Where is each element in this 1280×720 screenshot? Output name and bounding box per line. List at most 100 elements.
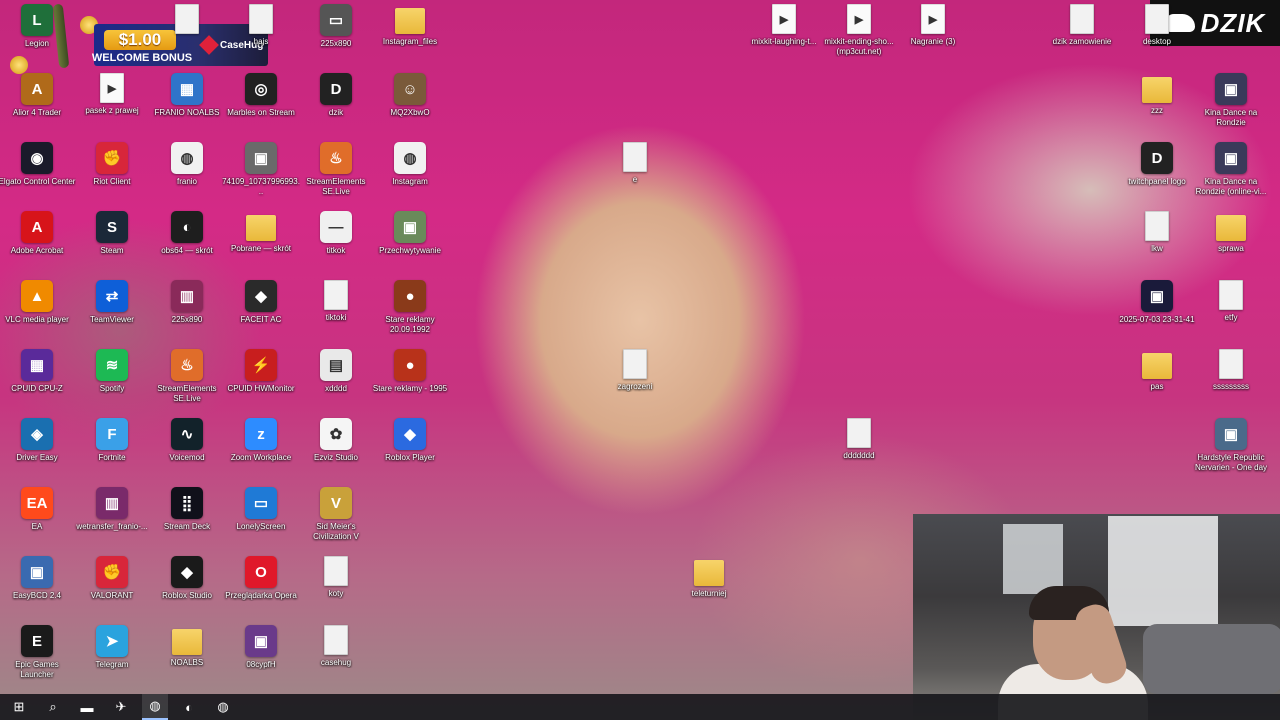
- desktop-icon[interactable]: ◆ Roblox Player: [373, 418, 447, 484]
- desktop-icon[interactable]: ▭ 225x890: [299, 4, 373, 70]
- desktop-icon[interactable]: ◈ Driver Easy: [0, 418, 74, 484]
- desktop-icon[interactable]: ∿ Voicemod: [150, 418, 224, 484]
- desktop-icon[interactable]: ⇄ TeamViewer: [75, 280, 149, 346]
- app-3-button[interactable]: ◍: [210, 694, 236, 720]
- desktop-icon[interactable]: ▶ mixkit-ending-sho... (mp3cut.net): [822, 4, 896, 70]
- desktop-icon[interactable]: ♨ StreamElements SE.Live: [150, 349, 224, 415]
- desktop-icon[interactable]: ◆ FACEIT AC: [224, 280, 298, 346]
- desktop-icon[interactable]: pas: [1120, 349, 1194, 415]
- desktop-icon[interactable]: ▥ wetransfer_franio-...: [75, 487, 149, 553]
- desktop-icon[interactable]: ▲ VLC media player: [0, 280, 74, 346]
- app-icon: —: [320, 211, 352, 243]
- desktop-icon[interactable]: ▶ Nagranie (3): [896, 4, 970, 70]
- desktop-icon[interactable]: ▭ LonelyScreen: [224, 487, 298, 553]
- folder-icon: [395, 8, 425, 34]
- desktop-icon[interactable]: ▣ Kina Dance na Rondzie: [1194, 73, 1268, 139]
- desktop-icon[interactable]: ⚡ CPUID HWMonitor: [224, 349, 298, 415]
- desktop-icon[interactable]: F Fortnite: [75, 418, 149, 484]
- desktop-icon[interactable]: e: [598, 142, 672, 208]
- desktop-icon[interactable]: ▣ Kina Dance na Rondzie (online-vi...: [1194, 142, 1268, 208]
- desktop-icon[interactable]: ▣ 08cypfH: [224, 625, 298, 691]
- webcam-overlay: [913, 514, 1280, 720]
- desktop-icon[interactable]: ◍ franio: [150, 142, 224, 208]
- app-1-button[interactable]: ✈: [108, 694, 134, 720]
- desktop-icon[interactable]: ✊ Riot Client: [75, 142, 149, 208]
- desktop-icon[interactable]: ◐ obs64 — skrót: [150, 211, 224, 277]
- desktop-icon[interactable]: Ddzik: [299, 73, 373, 139]
- desktop-icon-label: EasyBCD 2.4: [12, 591, 62, 600]
- desktop-icon[interactable]: tiktoki: [299, 280, 373, 346]
- desktop-icon[interactable]: dzik zamowienie: [1045, 4, 1119, 70]
- desktop-icon[interactable]: A Alior 4 Trader: [0, 73, 74, 139]
- desktop-icon[interactable]: ◎ Marbles on Stream: [224, 73, 298, 139]
- app-icon: z: [245, 418, 277, 450]
- desktop-icon[interactable]: ▣ EasyBCD 2.4: [0, 556, 74, 622]
- desktop-icon[interactable]: EA EA: [0, 487, 74, 553]
- desktop-icon[interactable]: Pobrane — skrót: [224, 211, 298, 277]
- desktop-icon[interactable]: [150, 4, 224, 70]
- app-icon: ▣: [245, 625, 277, 657]
- desktop-icon[interactable]: ▶ pasek z prawej: [75, 73, 149, 139]
- desktop-icon[interactable]: ▣ 74109_10737996993...: [222, 142, 300, 208]
- desktop-icon[interactable]: ▥ 225x890: [150, 280, 224, 346]
- desktop-icon[interactable]: — titkok: [299, 211, 373, 277]
- desktop-icon[interactable]: zagrozeni: [598, 349, 672, 415]
- desktop-icon[interactable]: z Zoom Workplace: [224, 418, 298, 484]
- desktop-icon[interactable]: ▤ xdddd: [299, 349, 373, 415]
- desktop-icon[interactable]: ▣ 2025-07-03 23-31-41: [1119, 280, 1195, 346]
- desktop-icon-label: Stream Deck: [163, 522, 211, 531]
- app-icon: ▣: [1141, 280, 1173, 312]
- search-button[interactable]: ⌕: [40, 694, 66, 720]
- app-2-button[interactable]: ◐: [176, 694, 202, 720]
- chrome-button[interactable]: ◍: [142, 694, 168, 720]
- desktop-icon[interactable]: ● Stare reklamy - 1995: [373, 349, 447, 415]
- desktop-icon[interactable]: ◆ Roblox Studio: [150, 556, 224, 622]
- file-explorer-button[interactable]: ▬: [74, 694, 100, 720]
- desktop: $1.00 WELCOME BONUS CaseHug DZIK L Legion…: [0, 0, 1280, 720]
- desktop-icon[interactable]: ➤ Telegram: [75, 625, 149, 691]
- desktop-icon[interactable]: etfy: [1194, 280, 1268, 346]
- desktop-icon[interactable]: casehug: [299, 625, 373, 691]
- app-3-icon: ◍: [217, 699, 229, 714]
- desktop-icon[interactable]: sprawa: [1194, 211, 1268, 277]
- desktop-icon[interactable]: ✿ Ezviz Studio: [299, 418, 373, 484]
- file-icon: [623, 349, 647, 379]
- desktop-icon[interactable]: ⣿ Stream Deck: [150, 487, 224, 553]
- desktop-icon[interactable]: L Legion: [0, 4, 74, 70]
- desktop-icon[interactable]: ✊ VALORANT: [75, 556, 149, 622]
- desktop-icon[interactable]: zzz: [1120, 73, 1194, 139]
- desktop-icon[interactable]: sssssssss: [1194, 349, 1268, 415]
- desktop-icon[interactable]: Instagram_files: [373, 4, 447, 70]
- desktop-icon[interactable]: Dtwitchpanel logo: [1120, 142, 1194, 208]
- desktop-icon[interactable]: teleturniej: [672, 556, 746, 622]
- desktop-icon[interactable]: hajs: [224, 4, 298, 70]
- desktop-icon[interactable]: ≋ Spotify: [75, 349, 149, 415]
- desktop-icon-label: CPUID CPU-Z: [11, 384, 63, 393]
- desktop-icon[interactable]: A Adobe Acrobat: [0, 211, 74, 277]
- desktop-icon[interactable]: ddddddd: [822, 418, 896, 484]
- desktop-icon[interactable]: V Sid Meier's Civilization V: [299, 487, 373, 553]
- desktop-icon[interactable]: ♨ StreamElements SE.Live: [299, 142, 373, 208]
- desktop-icon[interactable]: ◍ Instagram: [373, 142, 447, 208]
- desktop-icon[interactable]: ▶ mixkit-laughing-t...: [747, 4, 821, 70]
- desktop-icon[interactable]: S Steam: [75, 211, 149, 277]
- desktop-icon[interactable]: ● Stare reklamy 20.09.1992: [373, 280, 447, 346]
- desktop-icon[interactable]: ▦ CPUID CPU-Z: [0, 349, 74, 415]
- desktop-icon[interactable]: lkw: [1120, 211, 1194, 277]
- desktop-icon[interactable]: ▦ FRANIO NOALBS: [150, 73, 224, 139]
- desktop-icon[interactable]: ◉ Elgato Control Center: [0, 142, 75, 208]
- desktop-icon[interactable]: ☺ MQ2XbwO: [373, 73, 447, 139]
- desktop-icon-label: wetransfer_franio-...: [76, 522, 148, 531]
- webcam-window: [1108, 516, 1218, 626]
- desktop-icon[interactable]: ▣ Hardstyle Republic Nervarien - One day: [1194, 418, 1268, 484]
- start-button[interactable]: ⊞: [6, 694, 32, 720]
- app-icon: ●: [394, 349, 426, 381]
- desktop-icon-label: Steam: [100, 246, 124, 255]
- desktop-icon[interactable]: koty: [299, 556, 373, 622]
- desktop-icon-label: Driver Easy: [16, 453, 58, 462]
- desktop-icon[interactable]: NOALBS: [150, 625, 224, 691]
- desktop-icon[interactable]: desktop: [1120, 4, 1194, 70]
- desktop-icon[interactable]: ▣ Przechwytywanie: [373, 211, 447, 277]
- desktop-icon[interactable]: E Epic Games Launcher: [0, 625, 74, 691]
- desktop-icon[interactable]: O Przeglądarka Opera: [224, 556, 298, 622]
